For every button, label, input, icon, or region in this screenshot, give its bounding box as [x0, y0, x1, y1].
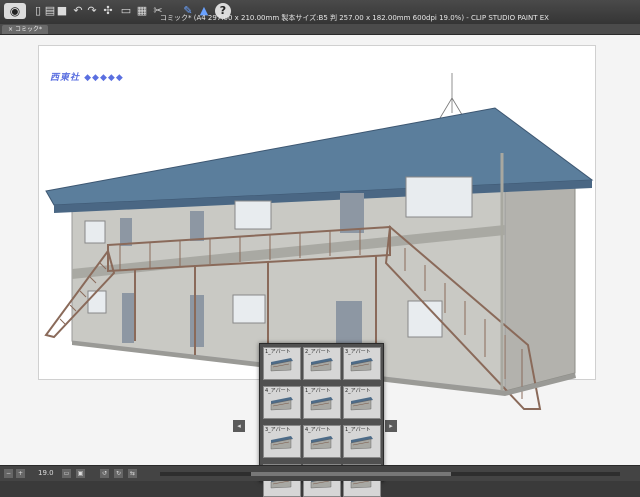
material-label: 1_アパート: [345, 427, 371, 433]
fit-icon[interactable]: ▭: [62, 469, 71, 478]
building-thumbnail-icon: [270, 397, 293, 411]
close-icon[interactable]: ×: [8, 26, 15, 33]
material-label: 3_アパート: [265, 427, 291, 433]
window: [234, 200, 272, 230]
status-bar: − + 19.0 ▭ ▣ ↺ ↻ ⇆: [0, 465, 640, 481]
material-label: 2_アパート: [305, 349, 331, 355]
fill-icon[interactable]: ▦: [134, 3, 150, 19]
flip-icon[interactable]: ⇆: [128, 469, 137, 478]
material-label: 4_アパート: [265, 388, 291, 394]
material-thumbnail[interactable]: 2_アパート: [303, 347, 341, 380]
door: [120, 218, 132, 246]
material-label: 1_アパート: [305, 388, 331, 394]
antenna-icon: [439, 73, 465, 119]
material-thumbnail[interactable]: 4_アパート: [263, 386, 301, 419]
window: [87, 290, 107, 314]
door: [190, 295, 204, 347]
window: [84, 220, 106, 244]
door: [122, 293, 134, 343]
building-thumbnail-icon: [310, 358, 333, 372]
window-title: コミック* (A4 297.00 x 210.00mm 製本サイズ:B5 判 2…: [160, 14, 549, 22]
eye-icon[interactable]: ◉: [4, 3, 26, 19]
material-thumbnail[interactable]: 2_アパート: [343, 386, 381, 419]
material-label: 3_アパート: [345, 349, 371, 355]
material-thumbnail[interactable]: 1_アパート: [263, 347, 301, 380]
building-thumbnail-icon: [310, 397, 333, 411]
document-tab-label: コミック*: [14, 26, 42, 33]
material-prev-arrow[interactable]: ◂: [233, 420, 245, 432]
redo-icon[interactable]: ↷: [84, 3, 100, 19]
horizontal-scrollbar[interactable]: [160, 472, 620, 476]
material-thumbnail[interactable]: 1_アパート: [303, 386, 341, 419]
building-thumbnail-icon: [270, 436, 293, 450]
building-thumbnail-icon: [350, 397, 373, 411]
rotate-right-icon[interactable]: ↻: [114, 469, 123, 478]
material-thumbnail[interactable]: 3_アパート: [343, 347, 381, 380]
building-thumbnail-icon: [270, 358, 293, 372]
window: [407, 300, 443, 338]
material-label: 2_アパート: [345, 388, 371, 394]
transform-icon[interactable]: ✣: [100, 3, 116, 19]
material-next-arrow[interactable]: ▸: [385, 420, 397, 432]
zoom-level[interactable]: 19.0: [38, 469, 54, 477]
material-label: 4_アパート: [305, 427, 331, 433]
window: [405, 176, 473, 218]
document-tab[interactable]: × コミック*: [2, 25, 48, 34]
window: [232, 294, 266, 324]
actual-size-icon[interactable]: ▣: [76, 469, 85, 478]
material-label: 1_アパート: [265, 349, 291, 355]
building-thumbnail-icon: [310, 436, 333, 450]
door: [190, 211, 204, 241]
zoom-out-icon[interactable]: −: [4, 469, 13, 478]
material-thumbnail[interactable]: 3_アパート: [263, 425, 301, 458]
save-icon[interactable]: ■: [54, 3, 70, 19]
rotate-left-icon[interactable]: ↺: [100, 469, 109, 478]
material-thumbnail[interactable]: 1_アパート: [343, 425, 381, 458]
select-icon[interactable]: ▭: [118, 3, 134, 19]
document-tab-bar: × コミック*: [0, 24, 640, 35]
scrollbar-thumb[interactable]: [251, 472, 451, 476]
door: [340, 193, 364, 233]
title-bar: ◉ ▯ ▤ ■ ↶ ↷ ✣ ▭ ▦ ✂ ✎ ▲ ? コミック* (A4 297.…: [0, 0, 640, 25]
building-thumbnail-icon: [350, 436, 373, 450]
material-thumbnail[interactable]: 4_アパート: [303, 425, 341, 458]
zoom-in-icon[interactable]: +: [16, 469, 25, 478]
material-palette: 1_アパート 2_アパート 3_アパート 4_アパート 1_アパート 2_アパート 3_アパ…: [259, 343, 384, 497]
building-thumbnail-icon: [350, 358, 373, 372]
